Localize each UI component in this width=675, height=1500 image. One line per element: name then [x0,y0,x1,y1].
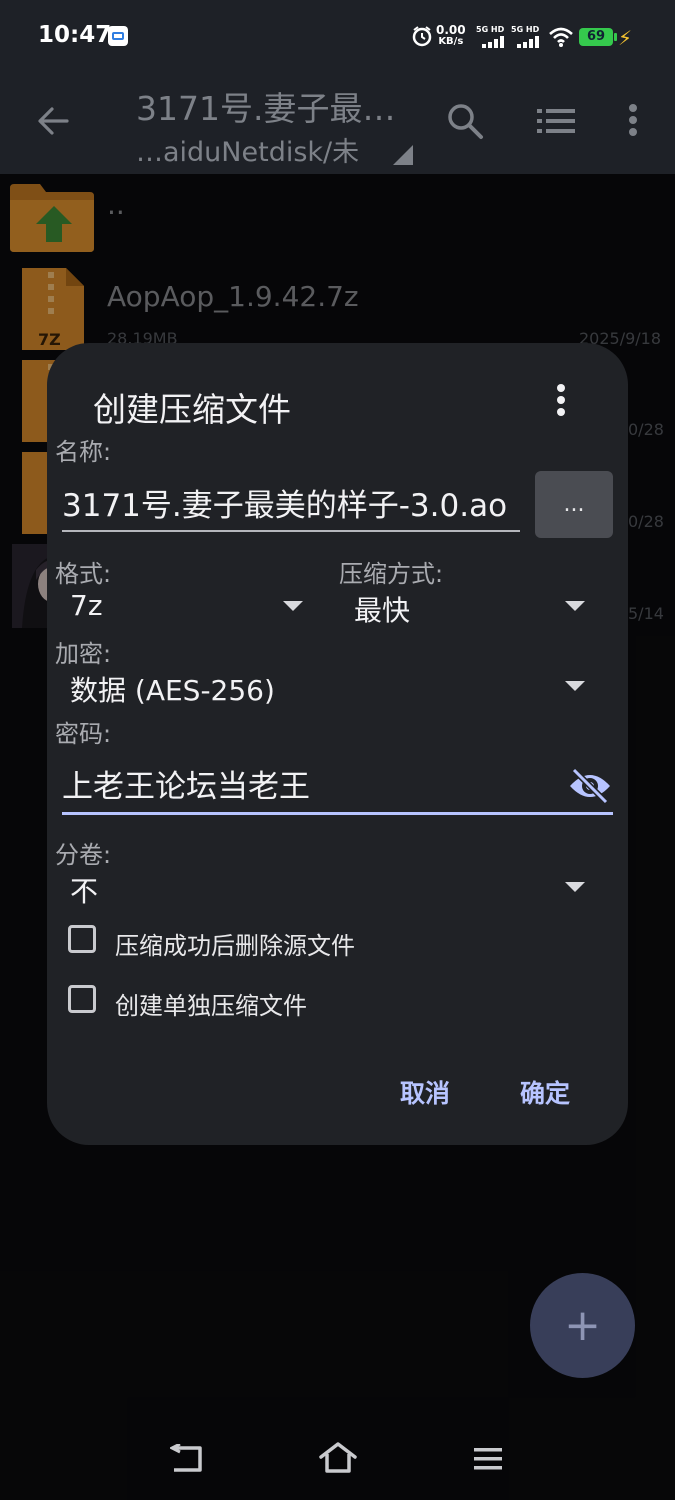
path-dropdown-icon[interactable] [393,145,413,165]
password-label: 密码: [55,720,112,748]
nav-menu-icon[interactable] [472,1446,504,1472]
compression-method-label: 压缩方式: [339,560,444,588]
charging-icon: ⚡ [618,26,633,50]
battery-icon: 69 [579,28,617,46]
add-fab-button[interactable]: + [530,1273,635,1378]
split-volume-select[interactable]: 不 [55,866,599,910]
folder-path[interactable]: …aiduNetdisk/未 [136,130,359,169]
list-view-icon[interactable] [537,108,575,134]
delete-source-label[interactable]: 压缩成功后删除源文件 [115,926,355,961]
separate-archive-label[interactable]: 创建单独压缩文件 [115,986,307,1021]
signal-1-icon [482,36,506,48]
wifi-icon [549,27,573,47]
folder-title: 3171号.妻子最… [136,89,396,128]
back-arrow-icon[interactable] [36,104,70,138]
network-type-2: 5G HD [511,25,540,34]
format-value: 7z [70,589,103,622]
format-label: 格式: [55,560,112,588]
compression-method-select[interactable]: 最快 [339,585,599,629]
visibility-off-icon[interactable] [568,768,612,804]
notification-app-icon [108,26,128,46]
nav-home-icon[interactable] [318,1442,358,1474]
encryption-value: 数据 (AES-256) [70,674,275,707]
speed-value: 0.00 [436,23,466,37]
password-input[interactable]: 上老王论坛当老王 [62,762,613,815]
dialog-title: 创建压缩文件 [93,390,291,429]
alarm-icon [412,26,432,47]
encryption-label: 加密: [55,640,112,668]
archive-name-input[interactable]: 3171号.妻子最美的样子-3.0.ao [62,482,520,532]
compression-method-value: 最快 [354,594,411,627]
browse-button[interactable]: ... [535,471,613,538]
split-volume-value: 不 [70,875,99,908]
nav-back-icon[interactable] [170,1444,204,1474]
search-icon[interactable] [446,102,484,140]
dialog-more-icon[interactable] [555,384,567,416]
name-label: 名称: [55,438,112,466]
split-dropdown-icon [565,882,585,892]
more-options-icon[interactable] [627,103,639,137]
encryption-dropdown-icon [565,681,585,691]
encryption-select[interactable]: 数据 (AES-256) [55,665,599,709]
network-type-1: 5G HD [476,25,505,34]
delete-source-checkbox[interactable] [68,925,96,953]
split-volume-label: 分卷: [55,841,112,869]
network-speed: 0.00 KB/s [436,24,466,48]
status-time: 10:47 [38,22,112,48]
speed-unit: KB/s [438,36,464,47]
signal-2-icon [517,36,541,48]
format-select[interactable]: 7z [55,585,315,629]
cancel-button[interactable]: 取消 [400,1074,450,1110]
separate-archive-checkbox[interactable] [68,985,96,1013]
method-dropdown-icon [565,601,585,611]
format-dropdown-icon [283,601,303,611]
ok-button[interactable]: 确定 [520,1074,570,1110]
create-archive-dialog [47,343,628,1145]
